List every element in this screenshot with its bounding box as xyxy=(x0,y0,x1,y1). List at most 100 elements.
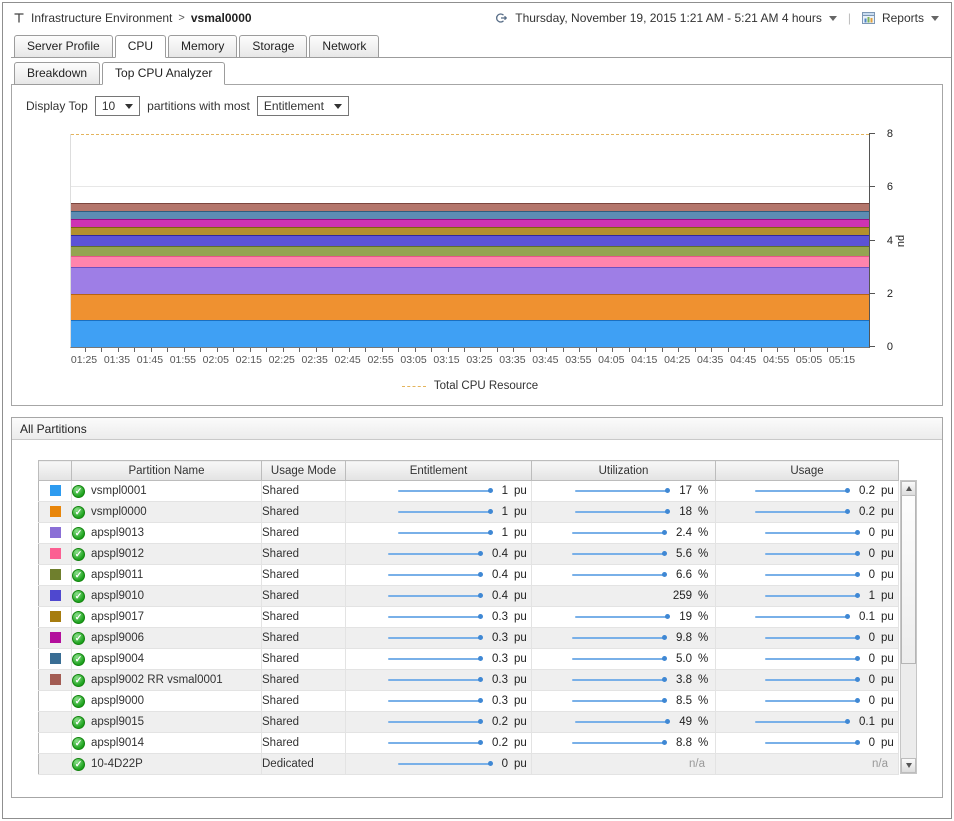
tab-network[interactable]: Network xyxy=(309,35,379,58)
table-row[interactable]: ✓apspl9012Shared0.4pu5.6%0pu xyxy=(39,544,899,565)
table-row[interactable]: ✓apspl9017Shared0.3pu19%0.1pu xyxy=(39,607,899,628)
cell-entitlement: 0.3pu xyxy=(346,628,532,649)
column-header-usage[interactable]: Usage xyxy=(716,461,899,481)
cell-unit: % xyxy=(698,695,715,707)
cell-unit: pu xyxy=(514,527,531,539)
sparkline-line xyxy=(765,679,857,681)
sparkline-line xyxy=(572,574,664,576)
sparkline-line xyxy=(575,490,667,492)
sparkline-line xyxy=(755,490,847,492)
drill-up-icon[interactable] xyxy=(13,12,25,24)
chart-legend: Total CPU Resource xyxy=(70,380,870,392)
scroll-up-button[interactable] xyxy=(901,481,916,496)
table-row[interactable]: ✓apspl9015Shared0.2pu49%0.1pu xyxy=(39,712,899,733)
cell-color-swatch xyxy=(39,544,72,565)
sparkline xyxy=(755,612,850,621)
cell-entitlement: 0.4pu xyxy=(346,565,532,586)
tab-cpu[interactable]: CPU xyxy=(115,35,166,58)
sparkline xyxy=(398,759,493,768)
table-row[interactable]: ✓apspl9002 RR vsmal0001Shared0.3pu3.8%0p… xyxy=(39,670,899,691)
sparkline xyxy=(765,696,860,705)
partitions-with-most-label: partitions with most xyxy=(147,99,250,113)
cell-value: 0.3 xyxy=(492,653,508,665)
sparkline xyxy=(388,570,483,579)
partition-name-wrap: ✓apspl9006 xyxy=(72,632,261,645)
cell-value: 0 xyxy=(869,737,875,749)
subtab-breakdown[interactable]: Breakdown xyxy=(14,62,100,85)
scrollbar-thumb[interactable] xyxy=(901,496,916,664)
timerange-label[interactable]: Thursday, November 19, 2015 1:21 AM - 5:… xyxy=(515,11,822,25)
timerange-caret-icon[interactable] xyxy=(829,16,837,21)
series-color-swatch xyxy=(50,569,61,580)
table-row[interactable]: ✓10-4D22PDedicated0pun/an/a xyxy=(39,754,899,775)
cell-utilization: 5.0% xyxy=(532,649,716,670)
tab-storage[interactable]: Storage xyxy=(239,35,307,58)
table-row[interactable]: ✓apspl9010Shared0.4pu259%1pu xyxy=(39,586,899,607)
y-tick xyxy=(869,293,875,294)
metric-select[interactable]: Entitlement xyxy=(257,96,349,116)
series-color-swatch xyxy=(50,590,61,601)
table-row[interactable]: ✓apspl9004Shared0.3pu5.0%0pu xyxy=(39,649,899,670)
table-row[interactable]: ✓apspl9014Shared0.2pu8.8%0pu xyxy=(39,733,899,754)
cpu-subtabs: BreakdownTop CPU Analyzer xyxy=(11,62,951,84)
cell-unit: pu xyxy=(514,632,531,644)
x-tick xyxy=(563,348,564,352)
x-axis-label: 02:45 xyxy=(335,354,361,366)
cell-unit: pu xyxy=(881,548,898,560)
sparkline-dot xyxy=(665,614,670,619)
table-row[interactable]: ✓apspl9013Shared1pu2.4%0pu xyxy=(39,523,899,544)
cell-unit: % xyxy=(698,632,715,644)
cell-value: 1 xyxy=(502,506,508,518)
chart-plot-area[interactable]: 02468pu xyxy=(70,134,870,348)
table-scrollbar[interactable] xyxy=(900,480,917,774)
chart-band-apspl9012 xyxy=(71,256,869,267)
cell-unit: % xyxy=(698,653,715,665)
display-top-label: Display Top xyxy=(26,99,88,113)
scroll-down-button[interactable] xyxy=(901,758,916,773)
tab-memory[interactable]: Memory xyxy=(168,35,237,58)
cell-value: 5.6 xyxy=(676,548,692,560)
sparkline-dot xyxy=(662,740,667,745)
column-header-entitlement[interactable]: Entitlement xyxy=(346,461,532,481)
chart-band-apspl9006 xyxy=(71,219,869,227)
partition-name-text: apspl9002 RR vsmal0001 xyxy=(91,674,223,686)
cell-partition-name: ✓10-4D22P xyxy=(72,754,262,775)
x-axis-label: 03:55 xyxy=(565,354,591,366)
cell-usage-mode: Shared xyxy=(262,523,346,544)
table-row[interactable]: ✓apspl9006Shared0.3pu9.8%0pu xyxy=(39,628,899,649)
cell-usage: 0pu xyxy=(716,544,899,565)
column-header-utilization[interactable]: Utilization xyxy=(532,461,716,481)
status-ok-icon: ✓ xyxy=(72,548,85,561)
sparkline xyxy=(572,528,667,537)
cell-entitlement: 0.3pu xyxy=(346,691,532,712)
cell-utilization: 17% xyxy=(532,481,716,502)
status-ok-icon: ✓ xyxy=(72,758,85,771)
column-header-swatch[interactable] xyxy=(39,461,72,481)
table-row[interactable]: ✓apspl9000Shared0.3pu8.5%0pu xyxy=(39,691,899,712)
table-row[interactable]: ✓vsmpl0001Shared1pu17%0.2pu xyxy=(39,481,899,502)
reports-label[interactable]: Reports xyxy=(882,11,924,25)
column-header-usage-mode[interactable]: Usage Mode xyxy=(262,461,346,481)
column-header-partition-name[interactable]: Partition Name xyxy=(72,461,262,481)
sparkline-dot xyxy=(855,740,860,745)
top-count-select[interactable]: 10 xyxy=(95,96,140,116)
reports-caret-icon[interactable] xyxy=(931,16,939,21)
cell-color-swatch xyxy=(39,691,72,712)
x-axis-label: 01:45 xyxy=(137,354,163,366)
breadcrumb-root[interactable]: Infrastructure Environment xyxy=(31,11,172,25)
subtab-top-cpu-analyzer[interactable]: Top CPU Analyzer xyxy=(102,62,225,85)
sparkline xyxy=(572,633,667,642)
sparkline-line xyxy=(755,721,847,723)
table-row[interactable]: ✓vsmpl0000Shared1pu18%0.2pu xyxy=(39,502,899,523)
tab-server-profile[interactable]: Server Profile xyxy=(14,35,113,58)
cell-entitlement: 0.4pu xyxy=(346,544,532,565)
sparkline xyxy=(388,654,483,663)
x-tick xyxy=(101,348,102,352)
cell-partition-name: ✓vsmpl0000 xyxy=(72,502,262,523)
sparkline-dot xyxy=(478,593,483,598)
x-tick xyxy=(827,348,828,352)
scrollbar-track[interactable] xyxy=(901,664,916,758)
table-row[interactable]: ✓apspl9011Shared0.4pu6.6%0pu xyxy=(39,565,899,586)
cell-entitlement: 0.2pu xyxy=(346,712,532,733)
partition-name-wrap: ✓apspl9011 xyxy=(72,569,261,582)
